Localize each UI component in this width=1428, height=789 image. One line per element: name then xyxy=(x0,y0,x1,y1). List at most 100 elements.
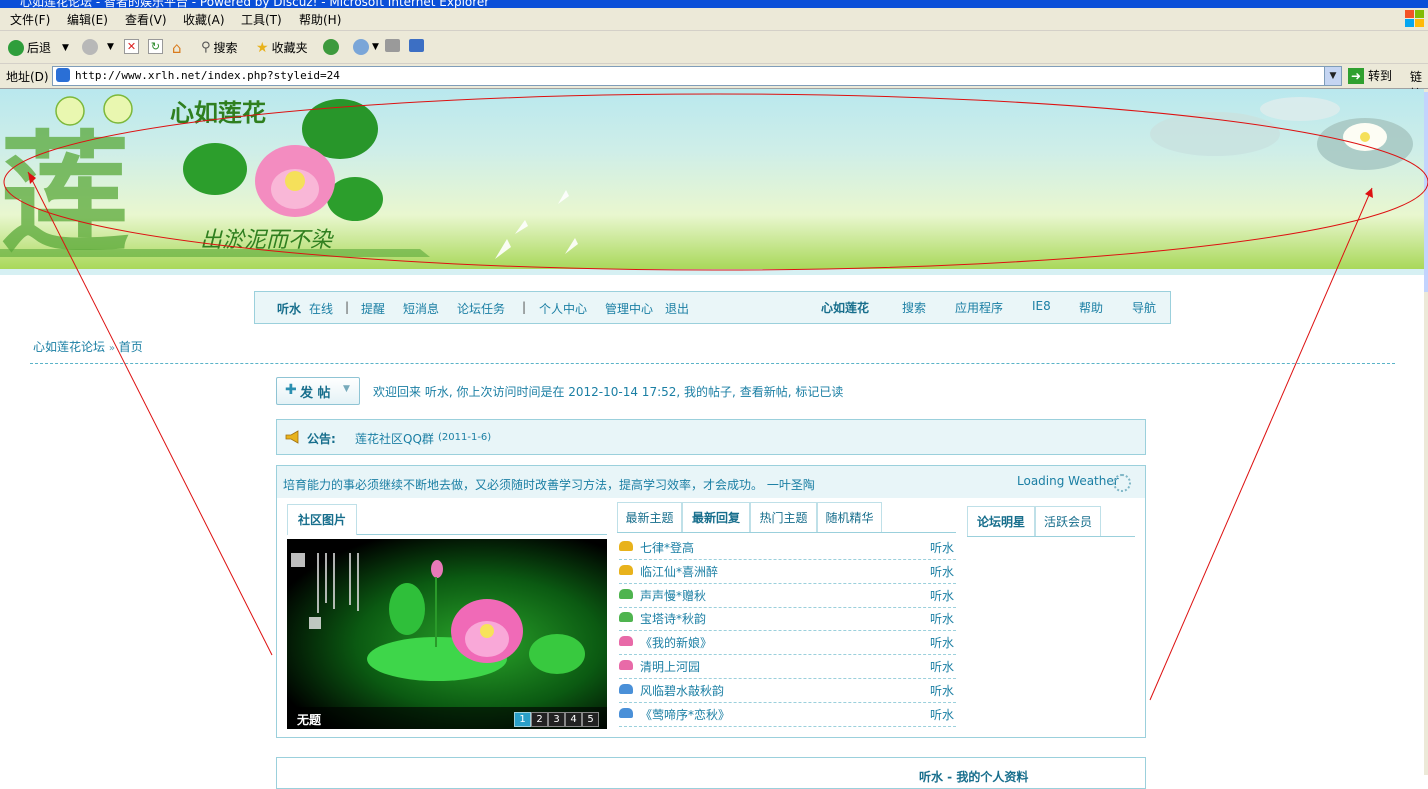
photo-page-4[interactable]: 4 xyxy=(565,712,582,727)
thread-row[interactable]: 《我的新娘》 听水 xyxy=(619,631,956,656)
nav-ie8[interactable]: IE8 xyxy=(1032,299,1051,313)
breadcrumb-separator: » xyxy=(108,343,115,354)
print-button[interactable] xyxy=(385,39,400,52)
tab-latest-replies[interactable]: 最新回复 xyxy=(682,502,750,533)
thread-title[interactable]: 临江仙*喜洲醉 xyxy=(640,563,718,580)
nav-messages[interactable]: 短消息 xyxy=(403,300,439,317)
thread-author[interactable]: 听水 xyxy=(930,587,954,604)
forum-nav-bar: 听水 在线 | 提醒 短消息 论坛任务 | 个人中心 管理中心 退出 心如莲花 … xyxy=(254,291,1171,324)
profile-box-title: 听水 - 我的个人资料 xyxy=(919,770,1029,784)
favorites-button[interactable]: ★ 收藏夹 xyxy=(256,39,308,56)
nav-help[interactable]: 帮助 xyxy=(1079,299,1103,316)
tab-hot-topics[interactable]: 热门主题 xyxy=(750,502,817,533)
edit-button[interactable] xyxy=(409,39,424,52)
stop-button[interactable]: ✕ xyxy=(124,39,139,54)
thread-status-icon xyxy=(619,541,633,551)
thread-title[interactable]: 声声慢*赠秋 xyxy=(640,587,706,604)
nav-remind[interactable]: 提醒 xyxy=(361,300,385,317)
thread-row[interactable]: 《莺啼序*恋秋》 听水 xyxy=(619,703,956,727)
announcement-link[interactable]: 莲花社区QQ群 xyxy=(355,430,434,447)
menu-tools[interactable]: 工具(T) xyxy=(241,11,282,28)
tab-underline xyxy=(617,532,956,533)
nav-online-status[interactable]: 在线 xyxy=(309,300,333,317)
thread-status-icon xyxy=(619,660,633,670)
thread-author[interactable]: 听水 xyxy=(930,539,954,556)
menu-view[interactable]: 查看(V) xyxy=(125,11,167,28)
nav-admin[interactable]: 管理中心 xyxy=(605,300,653,317)
home-button[interactable]: ⌂ xyxy=(172,39,182,57)
photo-page-3[interactable]: 3 xyxy=(548,712,565,727)
nav-username[interactable]: 听水 xyxy=(277,300,301,317)
thread-title[interactable]: 《莺啼序*恋秋》 xyxy=(640,706,730,723)
nav-profile[interactable]: 个人中心 xyxy=(539,300,587,317)
nav-search[interactable]: 搜索 xyxy=(902,299,926,316)
window-title: 心如莲花论坛 - 智者的娱乐平台 - Powered by Discuz! - … xyxy=(20,0,490,8)
tab-latest-topics[interactable]: 最新主题 xyxy=(617,502,682,533)
ie-page-icon xyxy=(56,68,70,82)
tab-active-members[interactable]: 活跃会员 xyxy=(1035,506,1101,537)
mark-read-link[interactable]: 标记已读 xyxy=(795,385,843,399)
thread-status-icon xyxy=(619,588,633,599)
tab-random-digest[interactable]: 随机精华 xyxy=(817,502,882,533)
photo-slideshow[interactable]: 无题 1 2 3 4 5 xyxy=(287,539,607,729)
mail-icon xyxy=(353,39,369,55)
address-bar: 地址(D) http://www.xrlh.net/index.php?styl… xyxy=(0,64,1428,101)
photo-page-1[interactable]: 1 xyxy=(514,712,531,727)
nav-apps[interactable]: 应用程序 xyxy=(955,299,1003,316)
nav-forum-name[interactable]: 心如莲花 xyxy=(821,299,869,316)
banner-big-char: 莲 xyxy=(0,117,130,269)
photo-page-5[interactable]: 5 xyxy=(582,712,599,727)
thread-author[interactable]: 听水 xyxy=(930,634,954,651)
search-button[interactable]: ⚲ 搜索 xyxy=(201,39,238,56)
breadcrumb-home[interactable]: 心如莲花论坛 xyxy=(33,340,105,354)
thread-row[interactable]: 风临碧水敲秋韵 听水 xyxy=(619,679,956,703)
announcement-bar: 公告: 莲花社区QQ群 (2011-1-6) xyxy=(276,419,1146,455)
new-post-button[interactable]: ✚ 发 帖 ▼ xyxy=(276,377,360,405)
tab-forum-stars[interactable]: 论坛明星 xyxy=(967,506,1035,537)
thread-row[interactable]: 七律*登高 听水 xyxy=(619,536,956,560)
thread-author[interactable]: 听水 xyxy=(930,658,954,675)
thread-row[interactable]: 临江仙*喜洲醉 听水 xyxy=(619,560,956,584)
thread-title[interactable]: 宝塔诗*秋韵 xyxy=(640,610,706,627)
menu-help[interactable]: 帮助(H) xyxy=(299,11,341,28)
back-button[interactable]: 后退 ▼ xyxy=(8,39,69,56)
thread-title[interactable]: 清明上河园 xyxy=(640,658,700,675)
menu-favorites[interactable]: 收藏(A) xyxy=(183,11,225,28)
browser-toolbar: 后退 ▼ ▼ ✕ ↻ ⌂ ⚲ 搜索 ★ 收藏夹 ▼ xyxy=(0,31,1428,64)
scrollbar-thumb[interactable] xyxy=(1424,92,1428,292)
menu-file[interactable]: 文件(F) xyxy=(10,11,50,28)
profile-box: 听水 - 我的个人资料 xyxy=(276,757,1146,789)
thread-title[interactable]: 七律*登高 xyxy=(640,539,694,556)
address-input[interactable]: http://www.xrlh.net/index.php?styleid=24… xyxy=(52,66,1342,86)
edit-page-icon xyxy=(409,39,424,52)
history-icon xyxy=(323,39,339,55)
nav-guide[interactable]: 导航 xyxy=(1132,299,1156,316)
forward-button[interactable]: ▼ xyxy=(82,39,114,55)
thread-title[interactable]: 《我的新娘》 xyxy=(640,634,712,651)
new-post-label: 发 帖 xyxy=(300,386,331,401)
thread-author[interactable]: 听水 xyxy=(930,563,954,580)
go-button[interactable]: ➜ 转到 xyxy=(1348,67,1392,84)
my-posts-link[interactable]: 我的帖子 xyxy=(684,385,732,399)
menu-edit[interactable]: 编辑(E) xyxy=(67,11,108,28)
nav-logout[interactable]: 退出 xyxy=(665,300,689,317)
tab-community-photos[interactable]: 社区图片 xyxy=(287,504,357,535)
home-icon: ⌂ xyxy=(172,39,182,57)
thread-row[interactable]: 清明上河园 听水 xyxy=(619,655,956,679)
thread-author[interactable]: 听水 xyxy=(930,682,954,699)
chevron-down-icon[interactable]: ▼ xyxy=(1324,67,1341,85)
breadcrumb-current: 首页 xyxy=(118,340,143,354)
thread-author[interactable]: 听水 xyxy=(930,706,954,723)
new-posts-link[interactable]: 查看新帖 xyxy=(740,385,788,399)
thread-title[interactable]: 风临碧水敲秋韵 xyxy=(640,682,724,699)
thread-row[interactable]: 宝塔诗*秋韵 听水 xyxy=(619,607,956,632)
mail-button[interactable]: ▼ xyxy=(353,39,379,55)
photo-page-2[interactable]: 2 xyxy=(531,712,548,727)
refresh-button[interactable]: ↻ xyxy=(148,39,163,54)
thread-author[interactable]: 听水 xyxy=(930,610,954,627)
banner-divider xyxy=(0,269,1424,275)
history-button[interactable] xyxy=(323,39,339,55)
nav-tasks[interactable]: 论坛任务 xyxy=(457,300,505,317)
announcement-date: (2011-1-6) xyxy=(438,432,492,443)
thread-row[interactable]: 声声慢*赠秋 听水 xyxy=(619,584,956,608)
